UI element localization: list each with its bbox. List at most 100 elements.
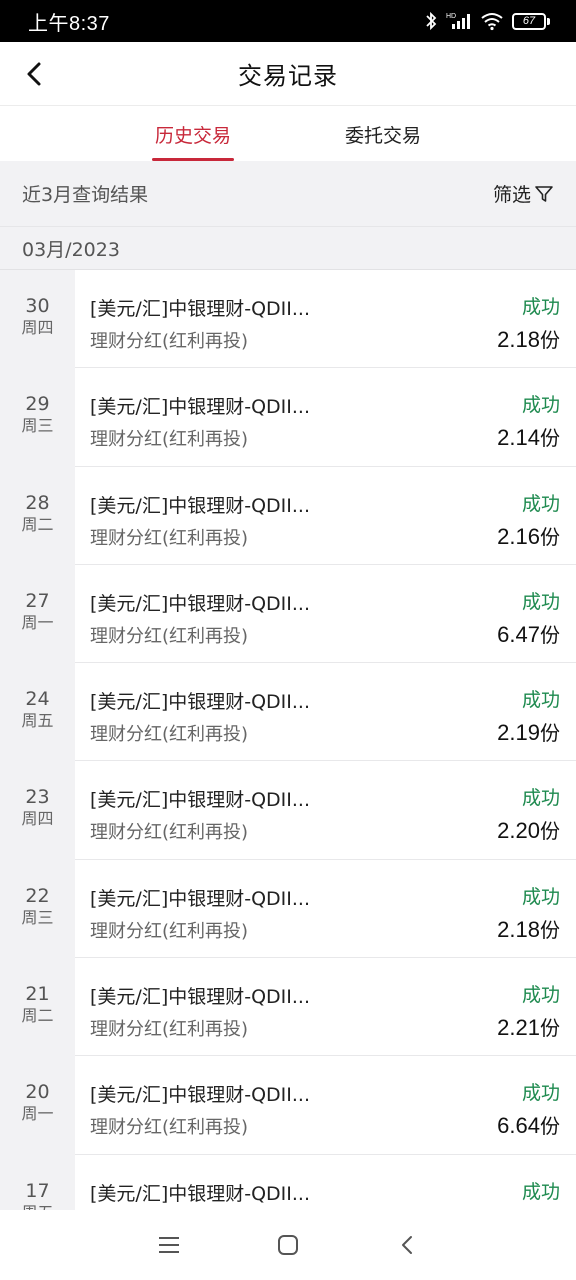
row-content: [美元/汇]中银理财-QDII... 理财分红(红利再投) 成功 2.16份: [75, 466, 576, 565]
day: 24: [25, 688, 50, 711]
status-text: 成功: [521, 984, 560, 1007]
amount-unit: 份: [540, 1016, 560, 1041]
product-name: [美元/汇]中银理财-QDII...: [90, 396, 310, 419]
transaction-type: 理财分红(红利再投): [90, 429, 249, 451]
amount: 6.47份: [497, 619, 560, 648]
back-icon: [401, 1236, 412, 1254]
transaction-list: 30 周四 [美元/汇]中银理财-QDII... 理财分红(红利再投) 成功 2…: [0, 270, 576, 1210]
status-text: 成功: [521, 787, 560, 810]
tab-entrust[interactable]: 委托交易: [342, 107, 424, 161]
battery-level: 67: [512, 12, 546, 30]
date-column: 22 周三: [0, 859, 75, 959]
table-row[interactable]: 22 周三 [美元/汇]中银理财-QDII... 理财分红(红利再投) 成功 2…: [0, 859, 576, 959]
header: 交易记录: [0, 42, 576, 106]
status-bar: 上午8:37 HD 67: [0, 0, 576, 42]
amount-value: 2.14: [497, 425, 540, 451]
status-text: 成功: [521, 1082, 560, 1105]
table-row[interactable]: 27 周一 [美元/汇]中银理财-QDII... 理财分红(红利再投) 成功 6…: [0, 564, 576, 664]
back-button[interactable]: [16, 56, 52, 92]
table-row[interactable]: 28 周二 [美元/汇]中银理财-QDII... 理财分红(红利再投) 成功 2…: [0, 466, 576, 565]
status-icons: HD 67: [424, 11, 550, 31]
menu-icon: [159, 1237, 180, 1253]
signal-icon: HD: [446, 13, 470, 29]
date-column: 30 周四: [0, 270, 75, 369]
day: 20: [25, 1081, 50, 1104]
amount-value: 2.21: [497, 1015, 540, 1041]
table-row[interactable]: 30 周四 [美元/汇]中银理财-QDII... 理财分红(红利再投) 成功 2…: [0, 270, 576, 369]
wifi-icon: [481, 13, 503, 31]
amount-value: 6.47: [497, 621, 540, 647]
status-text: 成功: [521, 885, 560, 908]
amount-unit: 份: [540, 622, 560, 647]
system-nav-bar: [0, 1210, 576, 1280]
weekday: 周一: [21, 612, 54, 632]
table-row[interactable]: 21 周二 [美元/汇]中银理财-QDII... 理财分红(红利再投) 成功 2…: [0, 958, 576, 1057]
row-content: [美元/汇]中银理财-QDII... 理财分红(红利再投) 成功 2.18份: [75, 859, 576, 959]
amount-unit: 份: [540, 524, 560, 549]
table-row[interactable]: 20 周一 [美元/汇]中银理财-QDII... 理财分红(红利再投) 成功 6…: [0, 1056, 576, 1155]
amount: 2.18份: [497, 914, 560, 943]
date-column: 27 周一: [0, 564, 75, 664]
tab-bar: 历史交易 委托交易: [0, 107, 576, 161]
product-name: [美元/汇]中银理财-QDII...: [90, 691, 310, 714]
amount-unit: 份: [540, 1114, 560, 1139]
product-name: [美元/汇]中银理财-QDII...: [90, 986, 310, 1009]
day: 30: [25, 295, 50, 317]
amount: 6.64份: [497, 1110, 560, 1139]
day: 22: [25, 884, 50, 907]
transaction-type: 理财分红(红利再投): [90, 1117, 249, 1139]
amount-unit: 份: [540, 819, 560, 844]
table-row[interactable]: 24 周五 [美元/汇]中银理财-QDII... 理财分红(红利再投) 成功 2…: [0, 663, 576, 762]
nav-back-button[interactable]: [385, 1223, 429, 1267]
nav-home-button[interactable]: [266, 1223, 310, 1267]
day: 29: [25, 393, 50, 416]
tab-history[interactable]: 历史交易: [152, 107, 234, 161]
amount-value: 2.16: [497, 523, 540, 549]
filter-result-label: 近3月查询结果: [22, 184, 149, 206]
bluetooth-icon: [426, 11, 437, 31]
day: 27: [25, 589, 50, 612]
date-column: 17 周五: [0, 1154, 75, 1210]
table-row[interactable]: 17 周五 [美元/汇]中银理财-QDII... 理财分红(红利再投) 成功: [0, 1154, 576, 1210]
weekday: 周二: [21, 514, 54, 534]
weekday: 周五: [21, 1202, 53, 1210]
svg-text:HD: HD: [446, 13, 456, 20]
status-text: 成功: [521, 394, 560, 417]
nav-menu-button[interactable]: [147, 1223, 191, 1267]
filter-button-label: 筛选: [492, 184, 531, 206]
transaction-type: 理财分红(红利再投): [90, 724, 249, 746]
status-text: 成功: [521, 296, 560, 318]
weekday: 周五: [21, 711, 54, 731]
chevron-left-icon: [27, 62, 41, 86]
date-column: 23 周四: [0, 761, 75, 860]
date-column: 21 周二: [0, 958, 75, 1057]
status-time: 上午8:37: [28, 12, 110, 35]
battery-icon: 67: [512, 12, 550, 30]
amount-unit: 份: [540, 328, 560, 352]
product-name: [美元/汇]中银理财-QDII...: [90, 298, 310, 320]
table-row[interactable]: 29 周三 [美元/汇]中银理财-QDII... 理财分红(红利再投) 成功 2…: [0, 368, 576, 467]
amount-value: 2.18: [497, 916, 540, 942]
row-content: [美元/汇]中银理财-QDII... 理财分红(红利再投) 成功 6.47份: [75, 564, 576, 664]
month-header: 03月/2023: [0, 227, 576, 270]
weekday: 周三: [21, 907, 54, 927]
row-content: [美元/汇]中银理财-QDII... 理财分红(红利再投) 成功 2.18份: [75, 270, 576, 369]
row-content: [美元/汇]中银理财-QDII... 理财分红(红利再投) 成功 2.19份: [75, 663, 576, 762]
weekday: 周四: [21, 809, 54, 829]
table-row[interactable]: 23 周四 [美元/汇]中银理财-QDII... 理财分红(红利再投) 成功 2…: [0, 761, 576, 860]
amount-value: 6.64: [497, 1113, 540, 1139]
status-text: 成功: [521, 689, 560, 712]
filter-bar: 近3月查询结果 筛选: [0, 161, 576, 227]
transaction-type: 理财分红(红利再投): [90, 920, 249, 942]
amount-unit: 份: [540, 426, 560, 451]
page-title: 交易记录: [238, 62, 338, 90]
product-name: [美元/汇]中银理财-QDII...: [90, 887, 310, 910]
amount: 2.19份: [497, 717, 560, 746]
date-column: 28 周二: [0, 466, 75, 565]
day: 17: [25, 1179, 50, 1202]
row-content: [美元/汇]中银理财-QDII... 理财分红(红利再投) 成功 6.64份: [75, 1056, 576, 1155]
filter-button[interactable]: 筛选: [493, 180, 554, 207]
amount: 2.21份: [497, 1012, 560, 1041]
transaction-type: 理财分红(红利再投): [90, 625, 249, 647]
status-text: 成功: [521, 1180, 560, 1203]
